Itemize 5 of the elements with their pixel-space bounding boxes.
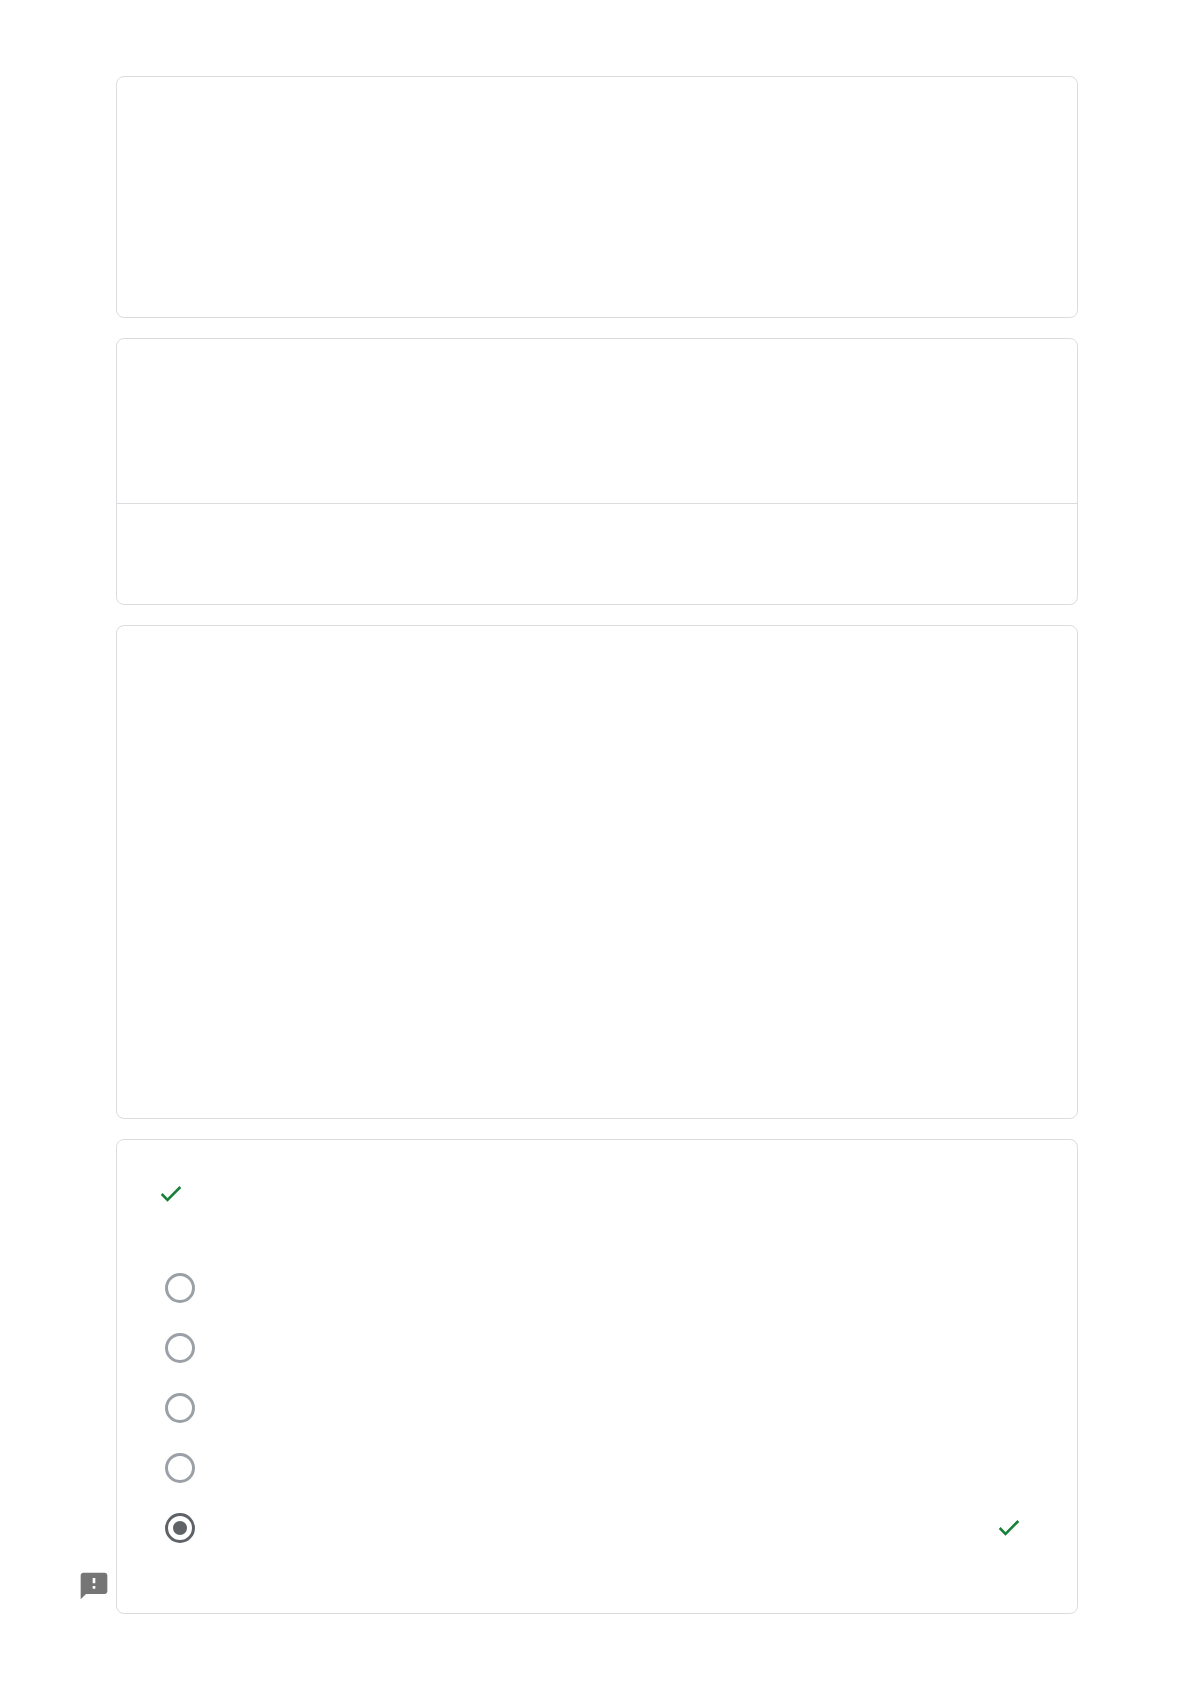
radio-button[interactable] [165,1393,195,1423]
radio-button[interactable] [165,1333,195,1363]
radio-button[interactable] [165,1513,195,1543]
radio-button[interactable] [165,1273,195,1303]
radio-button[interactable] [165,1453,195,1483]
